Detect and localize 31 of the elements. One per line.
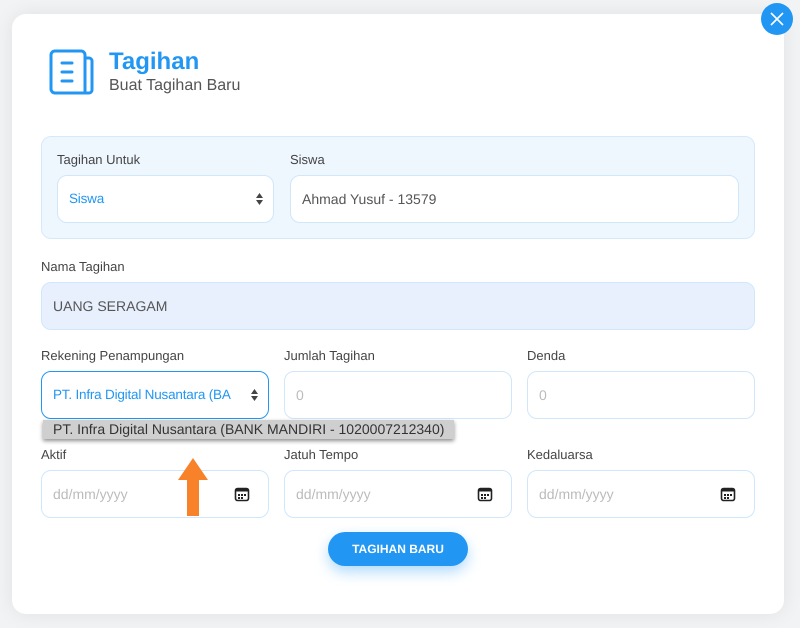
submit-button[interactable]: TAGIHAN BARU bbox=[328, 532, 468, 566]
field-label: Aktif bbox=[41, 447, 68, 463]
select-field[interactable]: PT. Infra Digital Nusantara (BA bbox=[41, 371, 269, 419]
calendar-icon bbox=[720, 486, 736, 502]
field-label: Nama Tagihan bbox=[41, 259, 126, 275]
field-label: Tagihan Untuk bbox=[57, 152, 142, 168]
date-field[interactable]: dd/mm/yyyy bbox=[284, 470, 512, 518]
input-field[interactable]: UANG SERAGAM bbox=[41, 282, 755, 330]
dropdown-option[interactable]: PT. Infra Digital Nusantara (BANK MANDIRI - 1020007212340) bbox=[43, 420, 454, 439]
close-icon bbox=[770, 12, 784, 26]
field-label: Jatuh Tempo bbox=[284, 447, 360, 463]
input-field[interactable]: 0 bbox=[284, 371, 512, 419]
input-field[interactable]: Ahmad Yusuf - 13579 bbox=[290, 175, 739, 223]
up-arrow-icon bbox=[178, 458, 208, 516]
field-label: Denda bbox=[527, 348, 566, 364]
calendar-icon bbox=[477, 486, 493, 502]
field-label: Siswa bbox=[290, 152, 326, 168]
page-subtitle: Buat Tagihan Baru bbox=[109, 76, 240, 96]
input-field[interactable]: 0 bbox=[527, 371, 755, 419]
field-label: Jumlah Tagihan bbox=[284, 348, 376, 364]
date-field[interactable]: dd/mm/yyyy bbox=[527, 470, 755, 518]
date-field[interactable]: dd/mm/yyyy bbox=[41, 470, 269, 518]
calendar-icon bbox=[234, 486, 250, 502]
sort-arrows-icon bbox=[256, 193, 263, 205]
close-button[interactable] bbox=[761, 3, 793, 35]
page-title: Tagihan bbox=[109, 48, 200, 76]
document-icon bbox=[49, 48, 95, 96]
sort-arrows-icon bbox=[251, 389, 258, 401]
select-field[interactable]: Siswa bbox=[57, 175, 274, 223]
field-label: Rekening Penampungan bbox=[41, 348, 186, 364]
field-label: Kedaluarsa bbox=[527, 447, 594, 463]
